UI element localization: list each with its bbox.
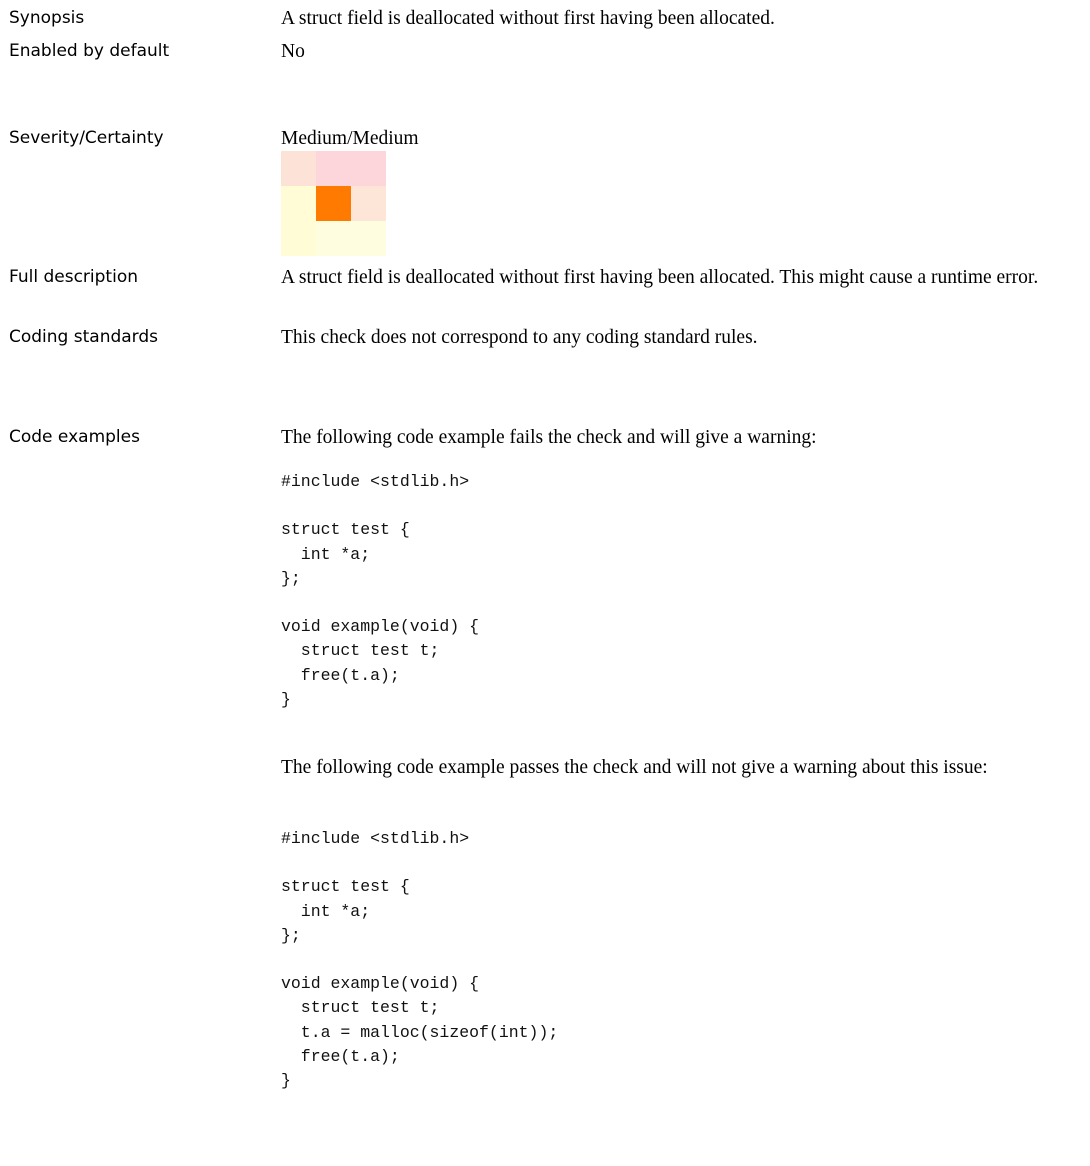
matrix-cell-selected	[316, 186, 351, 221]
passing-code-example: #include <stdlib.h> struct test { int *a…	[281, 829, 559, 1091]
matrix-cell	[351, 221, 386, 256]
matrix-cell	[316, 151, 351, 186]
failing-code-example: #include <stdlib.h> struct test { int *a…	[281, 472, 480, 709]
severity-certainty-label: Severity/Certainty	[9, 128, 164, 148]
synopsis-value: A struct field is deallocated without fi…	[281, 8, 775, 29]
code-examples-label: Code examples	[9, 427, 140, 447]
matrix-cell	[351, 186, 386, 221]
coding-standards-value: This check does not correspond to any co…	[281, 327, 758, 348]
full-description-value: A struct field is deallocated without fi…	[281, 267, 1039, 288]
matrix-cell	[316, 221, 351, 256]
severity-certainty-value: Medium/Medium	[281, 128, 419, 149]
matrix-cell	[281, 186, 316, 221]
enabled-by-default-label: Enabled by default	[9, 41, 170, 61]
passing-example-intro: The following code example passes the ch…	[281, 757, 988, 778]
failing-example-intro: The following code example fails the che…	[281, 427, 817, 448]
severity-certainty-matrix	[281, 151, 386, 256]
coding-standards-label: Coding standards	[9, 327, 159, 347]
matrix-cell	[351, 151, 386, 186]
enabled-by-default-value: No	[281, 41, 305, 62]
matrix-cell	[281, 151, 316, 186]
full-description-label: Full description	[9, 267, 138, 287]
synopsis-label: Synopsis	[9, 8, 85, 28]
matrix-cell	[281, 221, 316, 256]
